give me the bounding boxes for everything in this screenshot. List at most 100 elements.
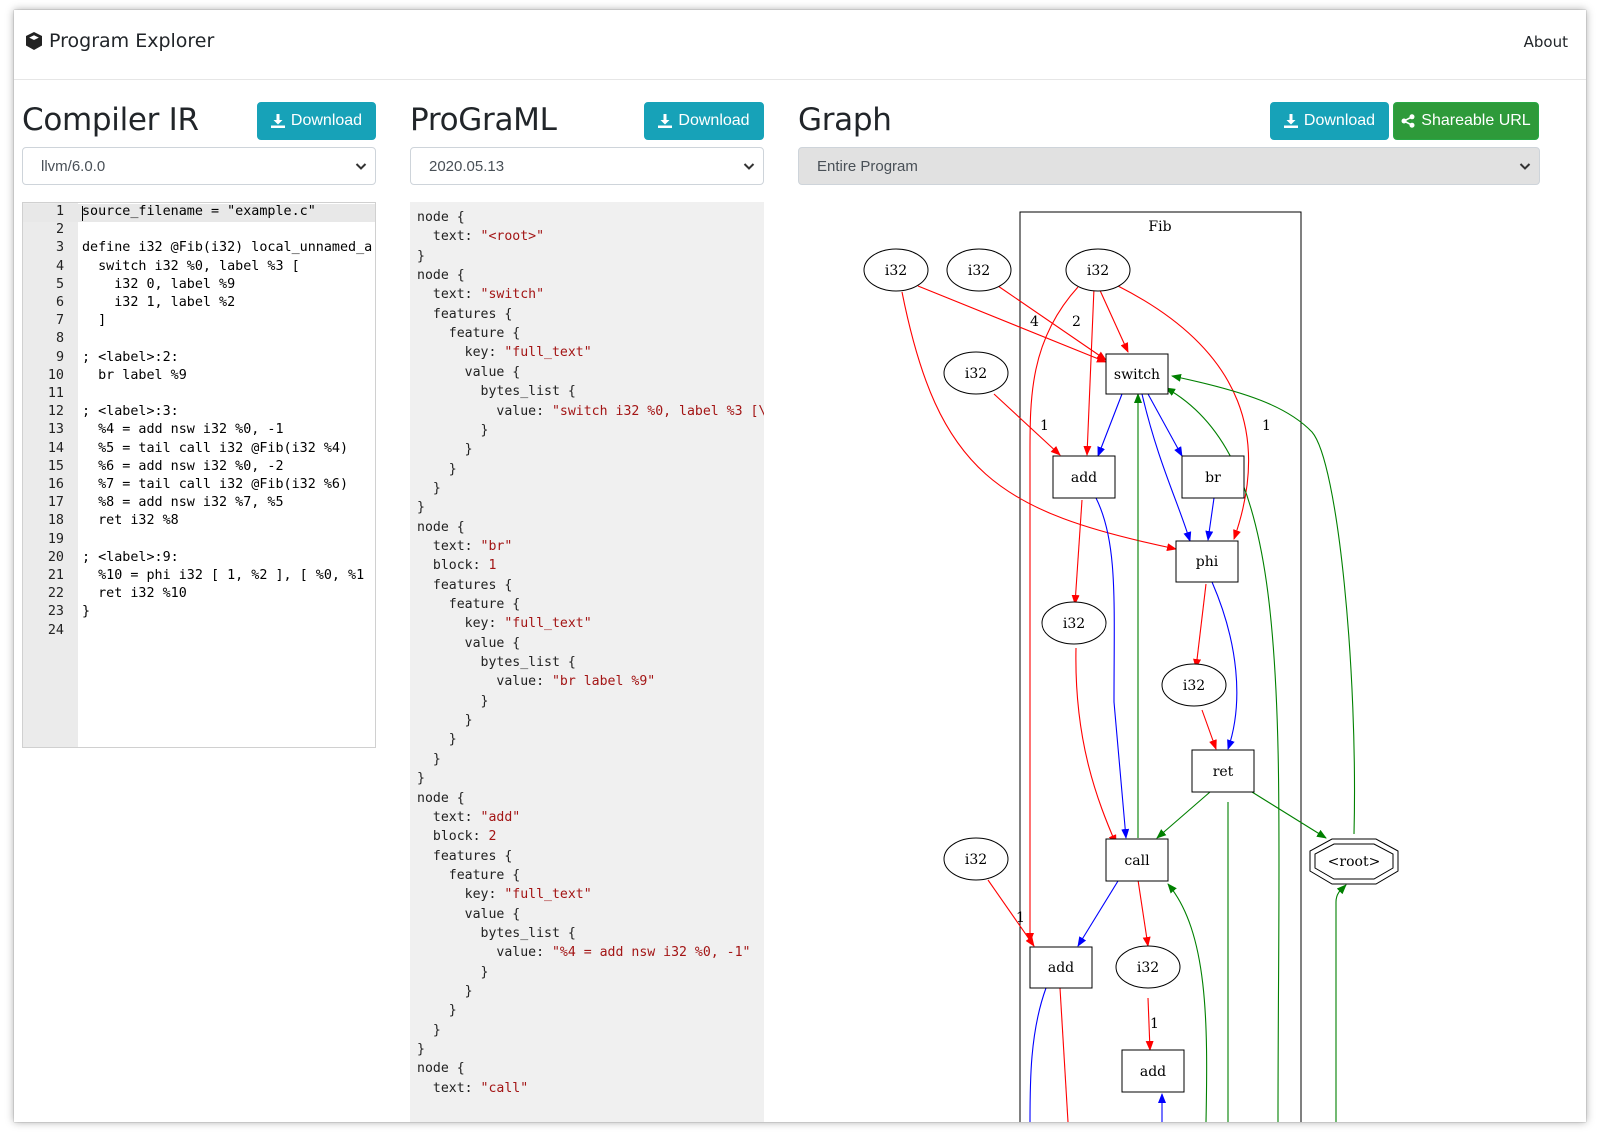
line-number: 22: [47, 586, 64, 602]
proto-line: feature {: [417, 597, 520, 616]
code-line[interactable]: 10 br label %9: [23, 368, 375, 386]
code-line[interactable]: 17 %8 = add nsw i32 %7, %5: [23, 495, 375, 513]
code-line[interactable]: 15 %6 = add nsw i32 %0, -2: [23, 459, 375, 477]
proto-key: text:: [417, 229, 481, 245]
program-graph[interactable]: Fib 4 2 1 1 1 1 i32 i32 i32 i32 i32 i32 …: [798, 202, 1558, 1122]
code-text: switch i32 %0, label %3 [: [82, 258, 300, 274]
program-graph-svg: Fib 4 2 1 1 1 1 i32 i32 i32 i32 i32 i32 …: [863, 211, 1399, 1122]
proto-key: }: [417, 248, 425, 264]
proto-line: text: "call": [417, 1081, 528, 1100]
node-label: add: [1048, 960, 1074, 976]
proto-line: block: 1: [417, 558, 497, 577]
code-line[interactable]: 6 i32 1, label %2: [23, 295, 375, 313]
proto-key: node {: [417, 790, 465, 806]
about-link[interactable]: About: [1524, 33, 1568, 51]
line-number: 18: [47, 513, 64, 529]
proto-line: feature {: [417, 326, 520, 345]
code-line[interactable]: 19: [23, 532, 375, 550]
cluster-label: Fib: [1148, 219, 1171, 235]
line-number: 16: [47, 477, 64, 492]
proto-key: }: [417, 1042, 425, 1058]
edge-call: [1251, 791, 1327, 839]
proto-line: node {: [417, 1061, 465, 1080]
node-label: i32: [965, 852, 987, 868]
proto-line: }: [417, 965, 489, 984]
line-number: 6: [55, 295, 64, 310]
app-window: Program Explorer About Compiler IR Downl…: [14, 10, 1586, 1122]
code-line[interactable]: 23}: [23, 604, 375, 622]
proto-key: text:: [417, 1080, 481, 1096]
proto-value: "br label %9": [551, 674, 656, 690]
line-number: 7: [55, 313, 64, 329]
proto-key: value {: [417, 364, 521, 380]
line-number: 11: [47, 386, 64, 401]
code-line[interactable]: 12 ; <label>:3:: [23, 404, 375, 422]
programl-version-value: 2020.05.13: [429, 157, 505, 175]
code-line[interactable]: 18 ret i32 %8: [23, 513, 375, 531]
compiler-ir-editor[interactable]: 1 source_filename = "example.c" 2 3 define i…: [22, 202, 376, 748]
code-text: br label %9: [82, 367, 187, 383]
proto-key: features {: [417, 306, 513, 322]
compiler-ir-download-button[interactable]: Download: [257, 102, 376, 140]
code-text: ; <label>:3:: [82, 404, 179, 420]
code-line[interactable]: 8: [23, 331, 375, 349]
node-label: i32: [885, 263, 907, 279]
compiler-ir-version-select[interactable]: llvm/6.0.0: [22, 147, 376, 185]
edge-label: 1: [1040, 418, 1049, 434]
edge-data: [1201, 709, 1217, 750]
programl-download-button[interactable]: Download: [644, 102, 764, 140]
graph-scope-select[interactable]: Entire Program: [798, 147, 1540, 185]
graph-download-button[interactable]: Download: [1270, 102, 1389, 140]
node-label: i32: [1087, 263, 1109, 279]
code-text: ret i32 %10: [82, 586, 187, 602]
code-line[interactable]: 20 ; <label>:9:: [23, 550, 375, 568]
line-number: 9: [55, 349, 64, 365]
proto-key: }: [417, 442, 473, 458]
edge-label: 1: [1150, 1016, 1159, 1032]
node-label: call: [1124, 853, 1150, 869]
brand-link[interactable]: Program Explorer: [24, 30, 214, 52]
code-text: ; <label>:2:: [82, 349, 179, 365]
proto-value: "<root>": [480, 229, 545, 245]
proto-key: features {: [417, 848, 513, 864]
proto-key: bytes_list {: [417, 384, 576, 400]
edge-control: [1077, 880, 1119, 947]
compiler-ir-title: Compiler IR: [22, 102, 199, 138]
edge-control: [1095, 497, 1130, 839]
chevron-down-icon: [1519, 163, 1531, 170]
node-label: add: [1071, 470, 1097, 486]
programl-version-select[interactable]: 2020.05.13: [410, 147, 764, 185]
code-line[interactable]: 2: [23, 222, 375, 240]
code-line[interactable]: 13 %4 = add nsw i32 %0, -1: [23, 422, 375, 440]
code-line[interactable]: 3 define i32 @Fib(i32) local_unnamed_a: [23, 240, 375, 258]
proto-line: }: [417, 1003, 457, 1022]
code-line[interactable]: 16 %7 = tail call i32 @Fib(i32 %6): [23, 477, 375, 495]
code-line[interactable]: 14 %5 = tail call i32 @Fib(i32 %4): [23, 441, 375, 459]
proto-key: bytes_list {: [417, 655, 576, 671]
code-line[interactable]: 11: [23, 386, 375, 404]
code-line[interactable]: 22 ret i32 %10: [23, 586, 375, 604]
code-line[interactable]: 7 ]: [23, 313, 375, 331]
proto-value: "switch i32 %0, label %3 [\n: [551, 403, 764, 419]
proto-value: "add": [480, 809, 521, 825]
cube-icon: [26, 32, 42, 50]
proto-line: }: [417, 442, 473, 461]
code-line[interactable]: 9 ; <label>:2:: [23, 350, 375, 368]
node-label: i32: [968, 263, 990, 279]
proto-line: value: "br label %9": [417, 674, 655, 693]
programl-text-view[interactable]: node { text: "<root>"} node { text: "swit…: [410, 202, 764, 1122]
edge-data: [1193, 583, 1207, 669]
shareable-url-button[interactable]: Shareable URL: [1393, 102, 1539, 140]
code-line[interactable]: 24: [23, 623, 375, 641]
node-label: i32: [1063, 616, 1085, 632]
code-line[interactable]: 5 i32 0, label %9: [23, 277, 375, 295]
proto-key: key:: [417, 887, 505, 903]
code-line[interactable]: 4 switch i32 %0, label %3 [: [23, 259, 375, 277]
code-line[interactable]: 21 %10 = phi i32 [ 1, %2 ], [ %0, %1: [23, 568, 375, 586]
proto-key: feature {: [417, 597, 521, 612]
edge-data: [1059, 987, 1069, 1122]
brand-title: Program Explorer: [49, 30, 215, 52]
proto-value: 1: [488, 558, 497, 574]
edge-label: 2: [1072, 314, 1081, 330]
code-line[interactable]: 1 source_filename = "example.c": [23, 204, 375, 223]
